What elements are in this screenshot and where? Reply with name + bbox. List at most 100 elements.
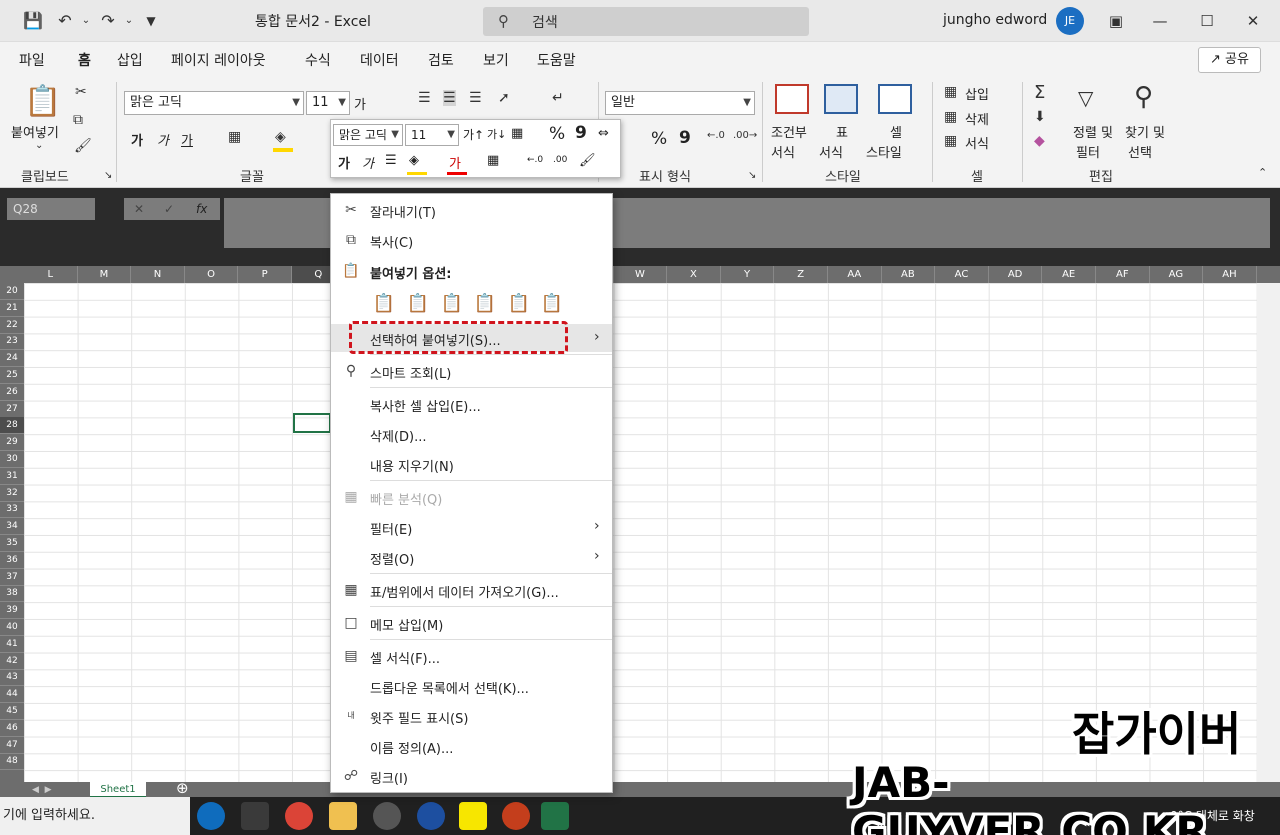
mini-grow-font-icon[interactable]: 가↑ (463, 126, 484, 143)
row-header[interactable]: 44 (0, 686, 24, 704)
search-box[interactable]: ⚲ 검색 (483, 7, 809, 36)
paste-option-link-icon[interactable]: 📋 (538, 289, 566, 319)
insert-cells-button[interactable]: 삽입 (965, 84, 989, 103)
row-header[interactable]: 21 (0, 300, 24, 317)
row-header[interactable]: 27 (0, 401, 24, 418)
collapse-ribbon-icon[interactable]: ⌃ (1258, 166, 1267, 179)
menu-item-filter[interactable]: 필터(E) › (331, 513, 612, 541)
cancel-icon[interactable]: ✕ (134, 198, 144, 220)
menu-item-smart-lookup[interactable]: ⚲ 스마트 조회(L) (331, 357, 612, 385)
column-header[interactable]: Y (721, 266, 775, 283)
fill-icon[interactable]: ⬇ (1034, 109, 1046, 125)
row-header[interactable]: 20 (0, 283, 24, 300)
mini-font-name-combo[interactable]: 맑은 고딕 ▼ (333, 124, 403, 146)
column-header[interactable]: L (24, 266, 78, 283)
orientation-icon[interactable]: ➚ (498, 90, 510, 106)
font-name-combo[interactable]: 맑은 고딕 ▼ (124, 91, 304, 115)
sort-filter-label-2[interactable]: 필터 (1076, 142, 1100, 161)
column-header[interactable]: P (238, 266, 292, 283)
tab-home[interactable]: 홈 (78, 50, 91, 79)
sort-filter-icon[interactable]: ▽ (1078, 86, 1093, 110)
format-as-table-label-2[interactable]: 서식 (819, 142, 843, 161)
mini-accounting-icon[interactable]: ▦ (511, 126, 523, 141)
mini-font-size-combo[interactable]: 11 ▼ (405, 124, 459, 146)
maximize-button[interactable]: ☐ (1187, 6, 1227, 36)
tab-page-layout[interactable]: 페이지 레이아웃 (171, 50, 266, 70)
menu-item-insert-copied[interactable]: 복사한 셀 삽입(E)... (331, 390, 612, 418)
bold-button[interactable]: 가 (131, 130, 143, 149)
italic-button[interactable]: 가 (157, 130, 169, 149)
sheet-tab[interactable]: Sheet1 (90, 782, 146, 798)
kakaotalk-icon[interactable] (459, 802, 487, 830)
column-header[interactable]: O (185, 266, 239, 283)
store-icon[interactable] (241, 802, 269, 830)
cell-styles-label-2[interactable]: 스타일 (866, 142, 902, 161)
menu-item-phonetic[interactable]: 내 윗주 필드 표시(S) (331, 702, 612, 730)
font-size-combo[interactable]: 11 ▼ (306, 91, 350, 115)
taskbar-search[interactable]: 기에 입력하세요. (0, 797, 190, 835)
column-header[interactable]: Z (774, 266, 828, 283)
column-header[interactable]: AG (1150, 266, 1204, 283)
mini-align-icon[interactable]: ☰ (385, 153, 397, 168)
mini-percent-button[interactable]: % (549, 124, 565, 144)
row-header[interactable]: 22 (0, 317, 24, 334)
row-header[interactable]: 29 (0, 434, 24, 452)
powerpoint-icon[interactable] (502, 802, 530, 830)
mini-bold-button[interactable]: 가 (338, 153, 350, 172)
mini-format-painter-icon[interactable]: 🖌 (579, 153, 596, 168)
find-select-label-2[interactable]: 선택 (1128, 142, 1152, 161)
menu-item-link[interactable]: ☍ 링크(I) (331, 762, 612, 790)
mini-fill-color-icon[interactable]: ◈ (409, 153, 419, 168)
row-header[interactable]: 35 (0, 535, 24, 552)
mini-comma-button[interactable]: 9 (575, 123, 587, 143)
mini-font-color-icon[interactable]: 가 (449, 153, 461, 172)
chrome-icon[interactable] (285, 802, 313, 830)
app-icon[interactable] (417, 802, 445, 830)
menu-item-define-name[interactable]: 이름 정의(A)... (331, 732, 612, 760)
mini-merge-icon[interactable]: ⇔ (598, 126, 609, 141)
cell-styles-icon[interactable] (878, 84, 912, 114)
paste-dropdown-icon[interactable]: ⌄ (35, 140, 43, 151)
tab-help[interactable]: 도움말 (537, 50, 576, 70)
row-header[interactable]: 30 (0, 451, 24, 468)
row-header[interactable]: 23 (0, 333, 24, 351)
fill-color-icon[interactable]: ◈ (275, 129, 286, 145)
row-header[interactable]: 26 (0, 384, 24, 401)
paste-icon[interactable]: 📋 (24, 84, 61, 119)
vertical-scrollbar[interactable] (1257, 283, 1280, 782)
menu-item-delete[interactable]: 삭제(D)... (331, 420, 612, 448)
selected-cell[interactable] (293, 413, 331, 433)
tab-formulas[interactable]: 수식 (305, 50, 331, 70)
row-header[interactable]: 28 (0, 417, 24, 435)
find-select-label-1[interactable]: 찾기 및 (1125, 122, 1165, 141)
find-select-icon[interactable]: ⚲ (1134, 82, 1153, 112)
autosum-icon[interactable]: Σ (1034, 82, 1045, 103)
decrease-decimal-icon[interactable]: .00→ (733, 130, 757, 141)
clipboard-launcher-icon[interactable]: ↘ (104, 170, 112, 181)
row-header[interactable]: 45 (0, 703, 24, 720)
row-header[interactable]: 40 (0, 619, 24, 636)
file-explorer-icon[interactable] (329, 802, 357, 830)
wrap-text-icon[interactable]: ↵ (552, 90, 564, 106)
align-top-icon[interactable]: ☰ (418, 90, 431, 106)
ribbon-display-icon[interactable]: ▣ (1096, 6, 1136, 36)
row-header[interactable]: 43 (0, 669, 24, 687)
tab-file[interactable]: 파일 (19, 50, 45, 70)
share-button[interactable]: ↗ 공유 (1198, 47, 1261, 73)
app-icon[interactable] (373, 802, 401, 830)
customize-qat-icon[interactable]: ▼ (138, 8, 164, 34)
column-header[interactable]: N (131, 266, 185, 283)
align-middle-icon[interactable]: ☰ (443, 90, 456, 106)
tab-review[interactable]: 검토 (428, 50, 454, 70)
paste-option-formulas-icon[interactable]: 📋 (438, 289, 466, 319)
format-as-table-label-1[interactable]: 표 (836, 122, 848, 141)
name-box[interactable]: Q28 (7, 198, 95, 220)
row-header[interactable]: 47 (0, 737, 24, 754)
user-name[interactable]: jungho edword (943, 12, 1047, 28)
save-icon[interactable]: 💾 (20, 8, 46, 34)
column-header[interactable]: AF (1096, 266, 1150, 283)
column-header[interactable]: AB (882, 266, 936, 283)
format-painter-icon[interactable]: 🖌 (74, 138, 92, 154)
borders-icon[interactable]: ▦ (228, 129, 241, 145)
column-header[interactable]: AE (1042, 266, 1096, 283)
